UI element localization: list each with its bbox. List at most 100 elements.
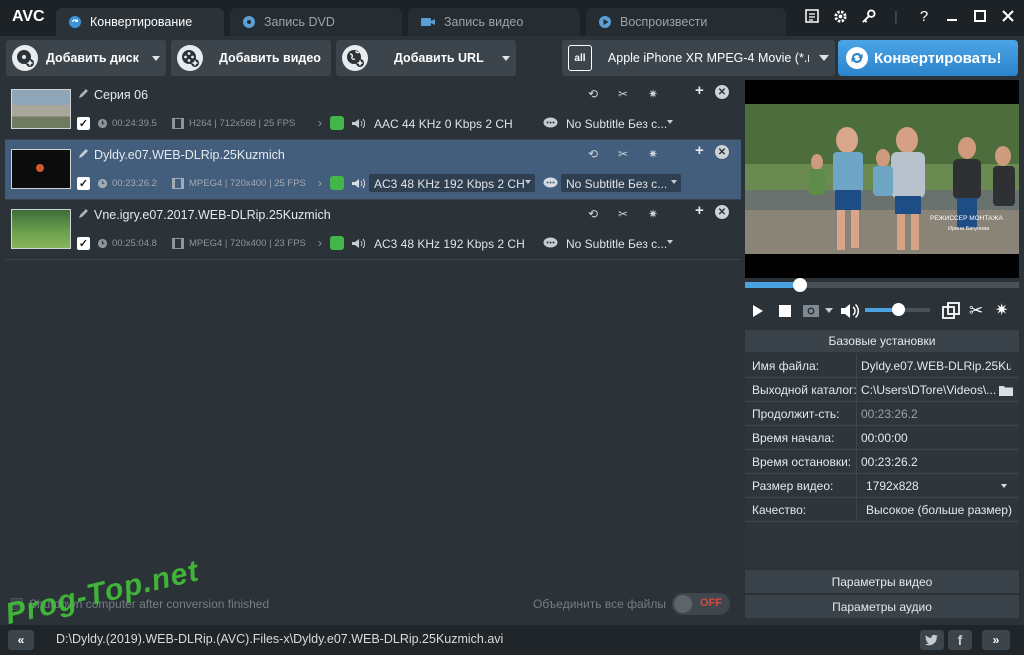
setting-value[interactable]: Высокое (больше размер) (866, 503, 1016, 517)
file-checkbox[interactable]: ✓ (77, 117, 90, 130)
file-list: Серия 06 ✓ 00:24:39.5 H264 | 712x568 | 2… (5, 80, 741, 617)
output-profile-select[interactable]: all Apple iPhone XR MPEG-4 Movie (*.m... (562, 40, 835, 76)
tab-label: Запись DVD (264, 15, 335, 29)
setting-value[interactable]: Dyldy.e07.WEB-DLRip.25Kuzmich (861, 359, 1011, 373)
phone-icon[interactable] (330, 236, 344, 250)
play-icon[interactable] (752, 304, 764, 321)
setting-key: Размер видео: (752, 479, 834, 493)
clock-icon (97, 238, 108, 249)
tab-dvd[interactable]: Запись DVD (230, 8, 402, 36)
key-icon[interactable] (860, 8, 876, 24)
setting-key: Качество: (752, 503, 807, 517)
video-params-button[interactable]: Параметры видео (745, 569, 1019, 593)
remove-icon[interactable]: ✕ (715, 145, 729, 159)
list-icon[interactable] (804, 8, 820, 24)
setting-key: Имя файла: (752, 359, 819, 373)
add-disc-button[interactable]: Добавить диск (6, 40, 166, 76)
add-video-button[interactable]: Добавить видео (171, 40, 331, 76)
snapshot-icon[interactable] (803, 303, 823, 322)
file-row[interactable]: Dyldy.e07.WEB-DLRip.25Kuzmich ✓ 00:23:26… (5, 140, 741, 200)
minimize-icon[interactable] (944, 8, 960, 24)
setting-value[interactable]: 00:23:26.2 (861, 455, 1011, 469)
phone-icon[interactable] (330, 176, 344, 190)
expand-right-button[interactable]: » (982, 630, 1010, 650)
clock-icon (97, 118, 108, 129)
chevron-down-icon[interactable] (502, 55, 510, 61)
file-checkbox[interactable]: ✓ (77, 177, 90, 190)
pencil-icon[interactable] (77, 88, 89, 100)
video-info: MPEG4 | 720x400 | 25 FPS (189, 178, 306, 189)
settings-title[interactable]: Базовые установки (745, 330, 1019, 352)
setting-value[interactable]: 1792x828 (866, 479, 1016, 493)
video-preview: РЕЖИССЕР МОНТАЖА Ирина Бигунова (745, 80, 1019, 278)
setting-value[interactable]: C:\Users\DTore\Videos\... (861, 383, 997, 397)
tab-play[interactable]: Воспроизвести (586, 8, 786, 36)
effects-icon[interactable]: ✷ (645, 206, 661, 222)
facebook-icon[interactable]: f (948, 630, 972, 650)
add-icon[interactable]: + (695, 142, 704, 159)
merge-toggle[interactable]: OFF (672, 593, 730, 615)
file-row[interactable]: Серия 06 ✓ 00:24:39.5 H264 | 712x568 | 2… (5, 80, 741, 140)
scissors-icon[interactable]: ✂ (969, 301, 983, 321)
file-duration: 00:24:39.5 (112, 118, 157, 129)
subtitle-icon (543, 177, 558, 188)
effects-icon[interactable]: ✷ (995, 300, 1008, 320)
help-button[interactable]: ? (916, 8, 932, 25)
pencil-icon[interactable] (77, 208, 89, 220)
volume-slider[interactable] (865, 303, 930, 316)
rotate-icon[interactable]: ⟲ (585, 86, 601, 102)
seek-bar[interactable] (745, 278, 1019, 292)
file-name[interactable]: Dyldy.e07.WEB-DLRip.25Kuzmich (94, 148, 285, 162)
setting-row-start-time[interactable]: Время начала: 00:00:00 (745, 426, 1019, 450)
volume-icon[interactable] (840, 303, 860, 322)
setting-row-filename[interactable]: Имя файла: Dyldy.e07.WEB-DLRip.25Kuzmich (745, 354, 1019, 378)
seek-handle[interactable] (792, 278, 807, 292)
rotate-icon[interactable]: ⟲ (585, 146, 601, 162)
file-row[interactable]: Vne.igry.e07.2017.WEB-DLRip.25Kuzmich ✓ … (5, 200, 741, 260)
gear-icon[interactable] (832, 8, 848, 24)
remove-icon[interactable]: ✕ (715, 205, 729, 219)
stop-icon[interactable] (779, 305, 791, 317)
chevron-down-icon[interactable] (825, 308, 833, 313)
tab-convert[interactable]: Конвертирование (56, 8, 224, 36)
film-icon (172, 178, 184, 189)
phone-icon[interactable] (330, 116, 344, 130)
convert-button[interactable]: Конвертировать! (838, 40, 1018, 76)
chevron-down-icon[interactable] (1001, 484, 1007, 488)
setting-value[interactable]: 00:00:00 (861, 431, 1011, 445)
crop-icon[interactable] (942, 302, 960, 323)
file-checkbox[interactable]: ✓ (77, 237, 90, 250)
convert-icon (69, 16, 81, 28)
audio-params-button[interactable]: Параметры аудио (745, 594, 1019, 618)
effects-icon[interactable]: ✷ (645, 146, 661, 162)
remove-icon[interactable]: ✕ (715, 85, 729, 99)
setting-row-quality[interactable]: Качество: Высокое (больше размер) (745, 498, 1019, 522)
chevron-down-icon (667, 120, 673, 124)
file-name[interactable]: Vne.igry.e07.2017.WEB-DLRip.25Kuzmich (94, 208, 331, 222)
video-thumbnail (11, 149, 71, 189)
close-icon[interactable] (1000, 8, 1016, 24)
setting-row-video-size[interactable]: Размер видео: 1792x828 (745, 474, 1019, 498)
twitter-icon[interactable] (920, 630, 944, 650)
file-name[interactable]: Серия 06 (94, 88, 148, 102)
effects-icon[interactable]: ✷ (645, 86, 661, 102)
setting-row-output-folder[interactable]: Выходной каталог: C:\Users\DTore\Videos\… (745, 378, 1019, 402)
speaker-icon (352, 178, 365, 189)
output-path: D:\Dyldy.(2019).WEB-DLRip.(AVC).Files-x\… (56, 632, 504, 646)
scissors-icon[interactable]: ✂ (615, 146, 631, 162)
scissors-icon[interactable]: ✂ (615, 206, 631, 222)
maximize-icon[interactable] (972, 8, 988, 24)
scissors-icon[interactable]: ✂ (615, 86, 631, 102)
add-icon[interactable]: + (695, 82, 704, 99)
tab-record[interactable]: Запись видео (408, 8, 580, 36)
pencil-icon[interactable] (77, 148, 89, 160)
add-url-button[interactable]: Добавить URL (336, 40, 516, 76)
video-thumbnail (11, 209, 71, 249)
volume-handle[interactable] (891, 303, 905, 316)
add-icon[interactable]: + (695, 202, 704, 219)
chevron-down-icon[interactable] (152, 55, 160, 61)
folder-icon[interactable] (999, 384, 1013, 396)
rotate-icon[interactable]: ⟲ (585, 206, 601, 222)
collapse-left-button[interactable]: « (8, 630, 34, 650)
setting-row-stop-time[interactable]: Время остановки: 00:23:26.2 (745, 450, 1019, 474)
